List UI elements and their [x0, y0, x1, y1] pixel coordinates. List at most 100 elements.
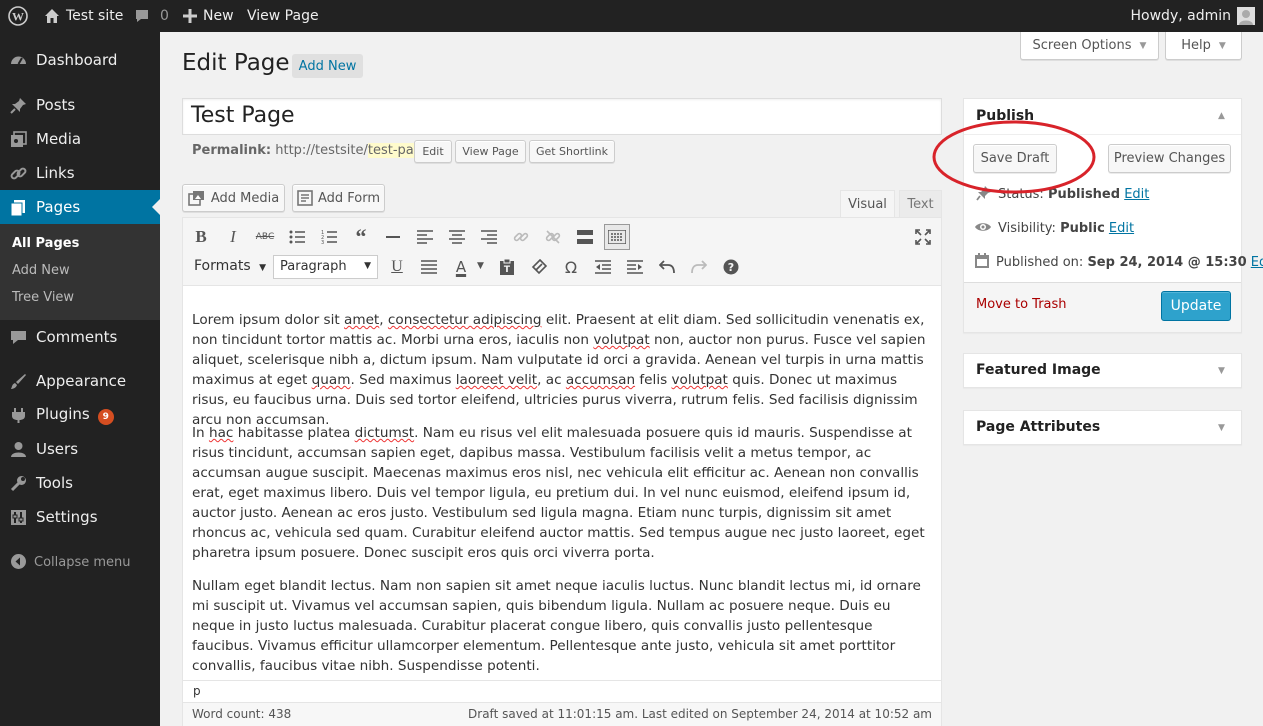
underline-icon[interactable]: U — [386, 256, 408, 278]
outdent-icon[interactable] — [592, 256, 614, 278]
formats-dropdown[interactable]: Formats ▼ — [194, 258, 266, 274]
word-count: Word count: 438 — [192, 707, 292, 721]
comments-link[interactable]: 0 — [134, 0, 169, 32]
menu-settings[interactable]: Settings — [0, 500, 160, 534]
wrench-icon — [10, 476, 26, 492]
content-paragraph[interactable]: Nullam eget blandit lectus. Nam non sapi… — [192, 576, 934, 676]
status-edit-link[interactable]: Edit — [1124, 187, 1149, 202]
menu-label: Plugins 9 — [36, 405, 114, 425]
plus-icon — [183, 9, 197, 23]
collapse-arrow-icon[interactable]: ▲ — [1218, 111, 1225, 121]
menu-posts[interactable]: Posts — [0, 88, 160, 122]
block-format-select[interactable]: Paragraph ▼ — [273, 255, 378, 279]
collapse-arrow-icon — [11, 554, 26, 569]
add-media-button[interactable]: Add Media — [182, 184, 285, 212]
menu-links[interactable]: Links — [0, 156, 160, 190]
submenu-add-new[interactable]: Add New — [12, 263, 70, 278]
menu-appearance[interactable]: Appearance — [0, 364, 160, 398]
read-more-icon[interactable] — [574, 226, 596, 248]
my-account-menu[interactable]: Howdy, admin — [1131, 0, 1255, 32]
add-new-button[interactable]: Add New — [292, 54, 363, 78]
align-left-icon[interactable] — [414, 226, 436, 248]
menu-plugins[interactable]: Plugins 9 — [0, 398, 160, 432]
view-page-label: View Page — [247, 8, 319, 24]
menu-pages[interactable]: Pages — [0, 190, 160, 224]
date-edit-link[interactable]: Edit — [1251, 255, 1263, 270]
calendar-icon — [975, 253, 989, 268]
menu-dashboard[interactable]: Dashboard — [0, 43, 160, 77]
move-to-trash-link[interactable]: Move to Trash — [976, 297, 1067, 312]
clear-formatting-icon[interactable] — [528, 256, 550, 278]
media-icon — [11, 131, 27, 147]
italic-icon[interactable]: I — [222, 226, 244, 248]
help-button[interactable]: Help ▼ — [1165, 32, 1242, 60]
fullscreen-icon[interactable] — [912, 226, 934, 248]
help-icon[interactable]: ? — [720, 256, 742, 278]
permalink-edit-button[interactable]: Edit — [414, 140, 452, 163]
text-color-dropdown-icon[interactable]: ▼ — [477, 261, 484, 271]
new-label: New — [203, 8, 234, 24]
visibility-edit-link[interactable]: Edit — [1109, 221, 1134, 236]
new-content-link[interactable]: New — [183, 0, 234, 32]
menu-label: Comments — [36, 328, 118, 346]
pin-icon — [10, 98, 26, 114]
permalink-base: http://testsite/ — [275, 143, 368, 158]
menu-comments[interactable]: Comments — [0, 320, 160, 354]
menu-media[interactable]: Media — [0, 122, 160, 156]
update-button[interactable]: Update — [1161, 291, 1231, 321]
tab-visual[interactable]: Visual — [840, 190, 895, 218]
submenu-tree-view[interactable]: Tree View — [12, 290, 74, 305]
menu-tools[interactable]: Tools — [0, 466, 160, 500]
preview-changes-button[interactable]: Preview Changes — [1108, 144, 1231, 173]
horizontal-line-icon[interactable] — [382, 226, 404, 248]
post-title-input[interactable]: Test Page — [182, 98, 942, 135]
content-paragraph[interactable]: In hac habitasse platea dictumst. Nam eu… — [192, 423, 934, 563]
settings-icon — [11, 510, 26, 525]
strikethrough-icon[interactable]: ABC — [254, 226, 276, 248]
permalink-label: Permalink: — [192, 143, 272, 158]
screen-options-button[interactable]: Screen Options ▼ — [1020, 32, 1159, 60]
blockquote-icon[interactable]: “ — [350, 224, 372, 249]
view-page-button[interactable]: View Page — [455, 140, 526, 163]
menu-label: Appearance — [36, 372, 127, 390]
get-shortlink-button[interactable]: Get Shortlink — [529, 140, 615, 163]
redo-icon[interactable] — [688, 256, 710, 278]
brush-icon — [11, 374, 26, 389]
menu-label: Dashboard — [36, 51, 118, 69]
wordpress-logo-icon[interactable]: W — [8, 0, 28, 32]
screen-options-label: Screen Options — [1032, 38, 1132, 53]
svg-text:3: 3 — [321, 240, 324, 244]
view-page-link[interactable]: View Page — [247, 0, 319, 32]
featured-image-title: Featured Image — [976, 362, 1101, 378]
block-format-value: Paragraph — [280, 259, 347, 274]
link-icon — [10, 167, 27, 180]
submenu-all-pages[interactable]: All Pages — [12, 236, 79, 251]
expand-arrow-icon[interactable]: ▼ — [1218, 366, 1225, 376]
align-center-icon[interactable] — [446, 226, 468, 248]
site-name-link[interactable]: Test site — [44, 0, 123, 32]
insert-link-icon[interactable] — [510, 226, 532, 248]
add-form-button[interactable]: Add Form — [292, 184, 385, 212]
comments-count: 0 — [160, 8, 169, 24]
align-right-icon[interactable] — [478, 226, 500, 248]
comment-icon — [11, 331, 26, 344]
remove-link-icon[interactable] — [542, 226, 564, 248]
menu-users[interactable]: Users — [0, 432, 160, 466]
special-character-icon[interactable]: Ω — [560, 256, 582, 278]
bold-icon[interactable]: B — [190, 226, 212, 248]
visibility-value: Public — [1060, 221, 1105, 236]
indent-icon[interactable] — [624, 256, 646, 278]
paste-as-text-icon[interactable]: T — [496, 256, 518, 278]
visibility-label: Visibility: — [998, 221, 1061, 236]
dropdown-arrow-icon: ▼ — [364, 261, 371, 271]
content-paragraph[interactable]: Lorem ipsum dolor sit amet, consectetur … — [192, 310, 934, 430]
toolbar-toggle-icon[interactable] — [604, 224, 630, 250]
plugin-update-badge: 9 — [97, 409, 114, 425]
undo-icon[interactable] — [656, 256, 678, 278]
justify-icon[interactable] — [418, 256, 440, 278]
bullet-list-icon[interactable] — [286, 226, 308, 248]
expand-arrow-icon[interactable]: ▼ — [1218, 423, 1225, 433]
collapse-menu-button[interactable]: Collapse menu — [0, 545, 160, 579]
numbered-list-icon[interactable]: 123 — [318, 226, 340, 248]
text-color-icon[interactable]: A — [450, 256, 472, 278]
